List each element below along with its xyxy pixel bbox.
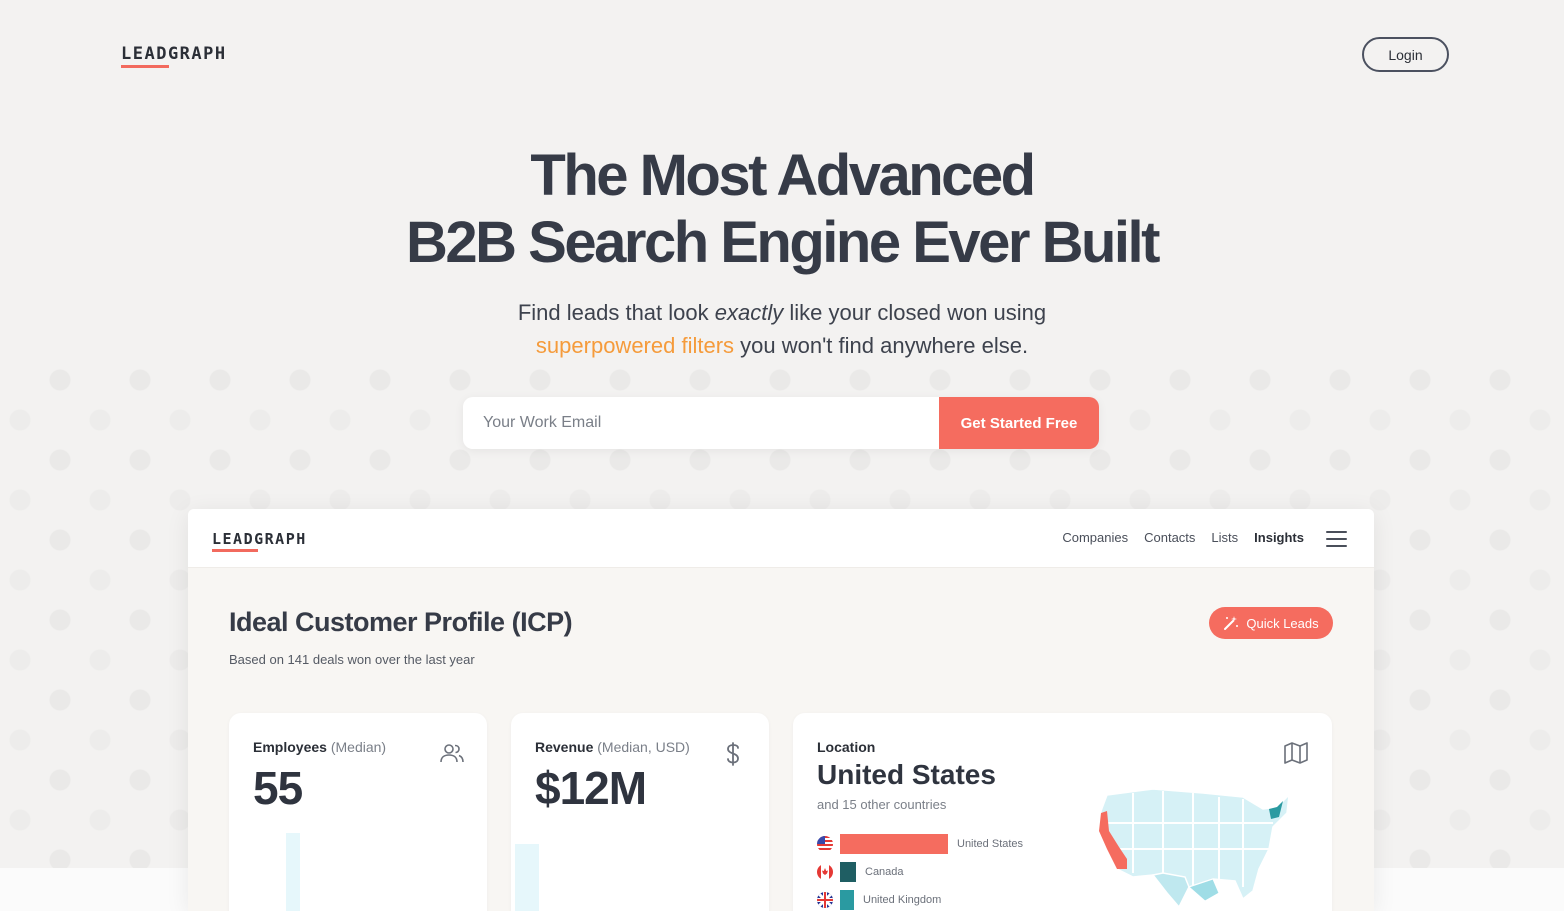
employees-card: Employees (Median) 55 [229,713,487,911]
logo-underline-mark [121,65,169,68]
icp-subtitle: Based on 141 deals won over the last yea… [229,652,475,667]
icp-title: Ideal Customer Profile (ICP) [229,607,573,637]
employees-label-text: Employees [253,739,327,755]
us-states-map [1098,788,1290,909]
users-icon [440,744,464,763]
hamburger-menu-icon[interactable] [1326,531,1347,547]
revenue-label-text: Revenue [535,739,594,755]
employees-qualifier: (Median) [326,739,387,755]
nav-lists[interactable]: Lists [1211,530,1238,545]
country-name-us: United States [957,838,1024,850]
app-logo[interactable]: LEADGRAPH [212,530,307,552]
get-started-button[interactable]: Get Started Free [939,397,1099,449]
location-card: Location United States and 15 other coun… [793,713,1332,911]
employees-label: Employees (Median) [253,739,386,755]
work-email-input[interactable] [463,397,939,449]
country-row-uk: United Kingdom [817,890,941,910]
revenue-qualifier: (Median, USD) [593,739,690,755]
nav-contacts[interactable]: Contacts [1144,530,1195,545]
canada-flag-icon [817,864,833,880]
location-label: Location [817,739,876,755]
country-name-uk: United Kingdom [863,894,942,906]
country-name-canada: Canada [865,866,904,878]
hero-title-line-2: B2B Search Engine Ever Built [406,210,1160,275]
hero-subtitle-accent: superpowered filters [535,333,735,358]
country-row-canada: Canada [817,862,904,882]
country-row-us: United States [817,834,1023,854]
country-bar-canada [840,862,856,882]
location-detail: and 15 other countries [817,797,947,812]
dollar-icon [727,742,739,766]
location-value: United States [817,759,996,790]
map-icon [1284,742,1308,764]
magic-wand-icon [1224,616,1239,630]
hero-subtitle: Find leads that look exactly like your c… [0,296,1564,362]
hero-subtitle-text-3: you won't find anywhere else. [734,333,1029,358]
app-preview: LEADGRAPH Companies Contacts Lists Insig… [188,509,1374,911]
nav-insights[interactable]: Insights [1254,530,1304,545]
app-logo-text: LEADGRAPH [212,530,307,548]
revenue-value: $12M [535,762,647,814]
hero-title-line-1: The Most Advanced [530,143,1036,208]
country-bar-us [840,834,948,854]
revenue-card: Revenue (Median, USD) $12M [511,713,769,911]
app-nav-links: Companies Contacts Lists Insights [1062,530,1304,545]
brand-logo[interactable]: LEADGRAPH [121,44,227,68]
us-flag-icon [817,836,833,852]
employees-mini-bar [286,833,300,911]
employees-value: 55 [253,762,303,814]
signup-form: Get Started Free [463,397,1099,449]
hero-title: The Most Advanced B2B Search Engine Ever… [0,142,1564,276]
nav-companies[interactable]: Companies [1062,530,1128,545]
hero-subtitle-text-2: like your closed won using [783,300,1047,325]
app-logo-underline [212,549,258,552]
app-navbar: LEADGRAPH Companies Contacts Lists Insig… [188,509,1374,568]
uk-flag-icon [817,892,833,908]
quick-leads-button[interactable]: Quick Leads [1209,607,1333,639]
revenue-mini-bar [515,844,539,911]
hero-subtitle-emphasis: exactly [714,300,784,325]
hero-subtitle-text-1: Find leads that look [517,300,715,325]
revenue-label: Revenue (Median, USD) [535,739,690,755]
brand-logo-text: LEADGRAPH [121,44,227,64]
login-button[interactable]: Login [1362,37,1449,72]
quick-leads-label: Quick Leads [1246,615,1319,631]
country-bar-uk [840,890,854,910]
